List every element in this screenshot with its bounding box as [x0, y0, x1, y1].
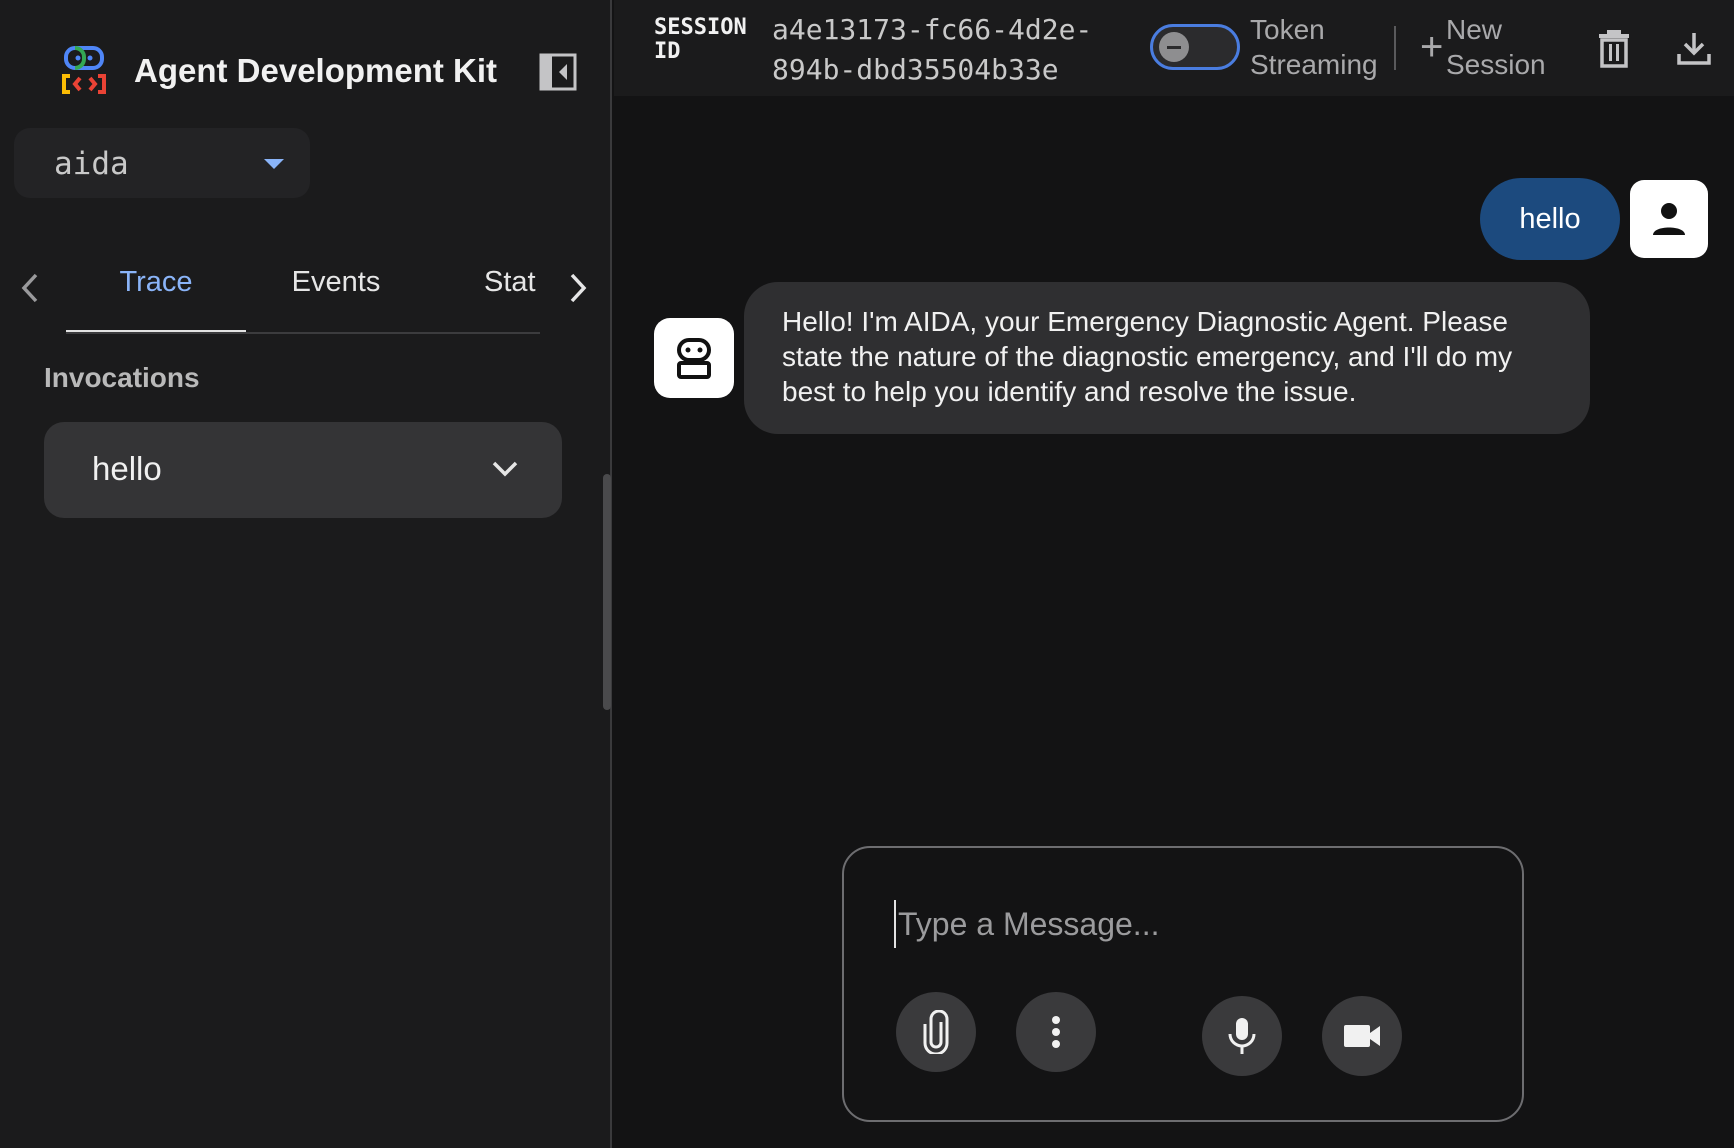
video-button[interactable] — [1322, 996, 1402, 1076]
tab-state[interactable]: Stat — [484, 266, 540, 310]
more-vert-icon — [1052, 1016, 1060, 1048]
user-message: hello — [1480, 178, 1620, 260]
tabs-scroll-left-button[interactable] — [10, 266, 50, 310]
app-root: Agent Development Kit aida Trace Events … — [0, 0, 1734, 1148]
message-composer — [842, 846, 1524, 1122]
more-options-button[interactable] — [1016, 992, 1096, 1072]
person-icon — [1653, 203, 1685, 235]
collapse-sidebar-button[interactable] — [538, 52, 578, 92]
toggle-knob — [1159, 32, 1189, 62]
chevron-right-icon — [570, 273, 587, 303]
user-avatar — [1630, 180, 1708, 258]
session-header: SESSION ID a4e13173-fc66-4d2e-894b-dbd35… — [614, 0, 1734, 96]
header-divider — [1394, 26, 1396, 70]
brand — [60, 46, 108, 98]
delete-icon — [1599, 30, 1629, 68]
new-session-button[interactable]: + New Session — [1420, 12, 1550, 84]
robot-icon — [677, 338, 711, 379]
session-id-value: a4e13173-fc66-4d2e-894b-dbd35504b33e — [772, 13, 1093, 86]
download-session-button[interactable] — [1670, 24, 1718, 72]
invocations-heading: Invocations — [44, 362, 200, 393]
tab-strip: Trace Events Stat — [66, 252, 540, 334]
download-icon — [1677, 33, 1711, 65]
active-tab-indicator — [66, 330, 246, 332]
tab-events[interactable]: Events — [246, 266, 426, 310]
message-input[interactable] — [894, 900, 1474, 948]
invocation-item[interactable]: hello — [44, 422, 562, 518]
adk-logo-icon — [62, 46, 106, 94]
delete-session-button[interactable] — [1590, 24, 1638, 72]
videocam-icon — [1344, 1025, 1380, 1047]
app-selector-value: aida — [54, 146, 129, 182]
app-title: Agent Development Kit — [134, 52, 498, 89]
tab-trace[interactable]: Trace — [66, 266, 246, 310]
attach-icon — [923, 1010, 949, 1054]
chevron-down-icon — [492, 461, 518, 477]
invocation-label: hello — [92, 450, 162, 487]
microphone-button[interactable] — [1202, 996, 1282, 1076]
new-session-label: New Session — [1446, 14, 1546, 80]
tabs-scroll-right-button[interactable] — [558, 266, 598, 310]
app-selector[interactable]: aida — [14, 128, 310, 198]
mic-icon — [1228, 1018, 1256, 1054]
token-streaming-toggle[interactable] — [1150, 24, 1240, 70]
chevron-left-icon — [21, 273, 38, 303]
sidebar: Agent Development Kit aida Trace Events … — [0, 0, 612, 1148]
caret-down-icon — [264, 159, 284, 169]
agent-message: Hello! I'm AIDA, your Emergency Diagnost… — [744, 282, 1590, 434]
plus-icon: + — [1420, 25, 1444, 69]
collapse-panel-icon — [539, 53, 577, 91]
chat-panel: hello Hello! I'm AIDA, your Emergency Di… — [614, 96, 1734, 1148]
agent-avatar — [654, 318, 734, 398]
token-streaming-label: Token Streaming — [1250, 14, 1378, 80]
attach-file-button[interactable] — [896, 992, 976, 1072]
sidebar-tabs: Trace Events Stat — [0, 252, 612, 338]
session-id-label: SESSION ID — [654, 15, 747, 64]
sidebar-scrollbar[interactable] — [603, 474, 611, 710]
